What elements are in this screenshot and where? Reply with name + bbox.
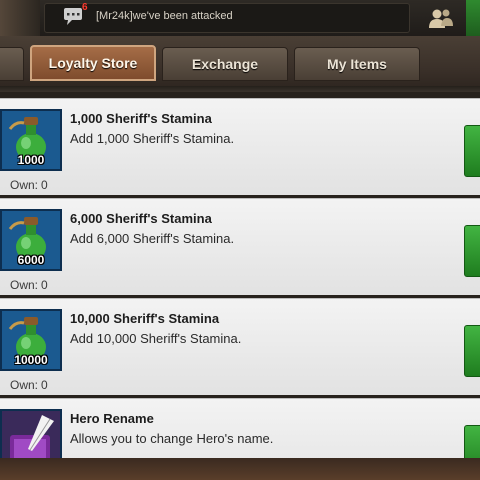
buy-button[interactable] bbox=[464, 125, 480, 177]
menu-handle[interactable] bbox=[0, 0, 40, 36]
own-count: Own: 0 bbox=[10, 378, 48, 392]
store-item-list[interactable]: 1000 Own: 0 1,000 Sheriff's Stamina Add 1… bbox=[0, 92, 480, 458]
item-description: Allows you to change Hero's name. bbox=[70, 431, 274, 446]
item-quantity: 6000 bbox=[17, 253, 45, 267]
item-title: 10,000 Sheriff's Stamina bbox=[70, 311, 220, 326]
own-count: Own: 0 bbox=[10, 278, 48, 292]
rename-book-quill-icon bbox=[0, 409, 62, 458]
tab-strip: Loyalty Store Exchange My Items bbox=[0, 36, 480, 92]
tab-loyalty-store[interactable]: Loyalty Store bbox=[30, 45, 156, 81]
list-item: 6000 Own: 0 6,000 Sheriff's Stamina Add 6… bbox=[0, 198, 480, 295]
item-quantity: 1000 bbox=[17, 153, 45, 167]
tab-exchange[interactable]: Exchange bbox=[162, 47, 288, 81]
tab-label: Loyalty Store bbox=[48, 55, 138, 71]
item-description: Add 6,000 Sheriff's Stamina. bbox=[70, 231, 235, 246]
list-item: Hero Rename Allows you to change Hero's … bbox=[0, 398, 480, 458]
list-item: 10000 Own: 0 10,000 Sheriff's Stamina Add… bbox=[0, 298, 480, 395]
list-item: 1000 Own: 0 1,000 Sheriff's Stamina Add 1… bbox=[0, 98, 480, 195]
buy-button[interactable] bbox=[464, 425, 480, 458]
item-title: Hero Rename bbox=[70, 411, 154, 426]
chat-message: [Mr24k]we've been attacked bbox=[96, 10, 233, 22]
side-button[interactable] bbox=[466, 0, 480, 36]
item-quantity: 10000 bbox=[14, 353, 48, 367]
buy-button[interactable] bbox=[464, 325, 480, 377]
item-title: 1,000 Sheriff's Stamina bbox=[70, 111, 212, 126]
chat-bar: 6 [Mr24k]we've been attacked bbox=[0, 0, 480, 36]
friends-icon[interactable] bbox=[428, 6, 454, 30]
item-description: Add 10,000 Sheriff's Stamina. bbox=[70, 331, 242, 346]
stamina-potion-icon: 6000 bbox=[0, 209, 62, 271]
tab-label: Exchange bbox=[191, 56, 259, 72]
buy-button[interactable] bbox=[464, 225, 480, 277]
item-description: Add 1,000 Sheriff's Stamina. bbox=[70, 131, 235, 146]
stamina-potion-icon: 1000 bbox=[0, 109, 62, 171]
stamina-potion-icon: 10000 bbox=[0, 309, 62, 371]
unread-badge: 6 bbox=[82, 2, 88, 13]
tab-partial-left[interactable] bbox=[0, 47, 24, 81]
own-count: Own: 0 bbox=[10, 178, 48, 192]
tab-label: My Items bbox=[327, 56, 387, 72]
tab-my-items[interactable]: My Items bbox=[294, 47, 420, 81]
item-title: 6,000 Sheriff's Stamina bbox=[70, 211, 212, 226]
bottom-edge bbox=[0, 458, 480, 480]
